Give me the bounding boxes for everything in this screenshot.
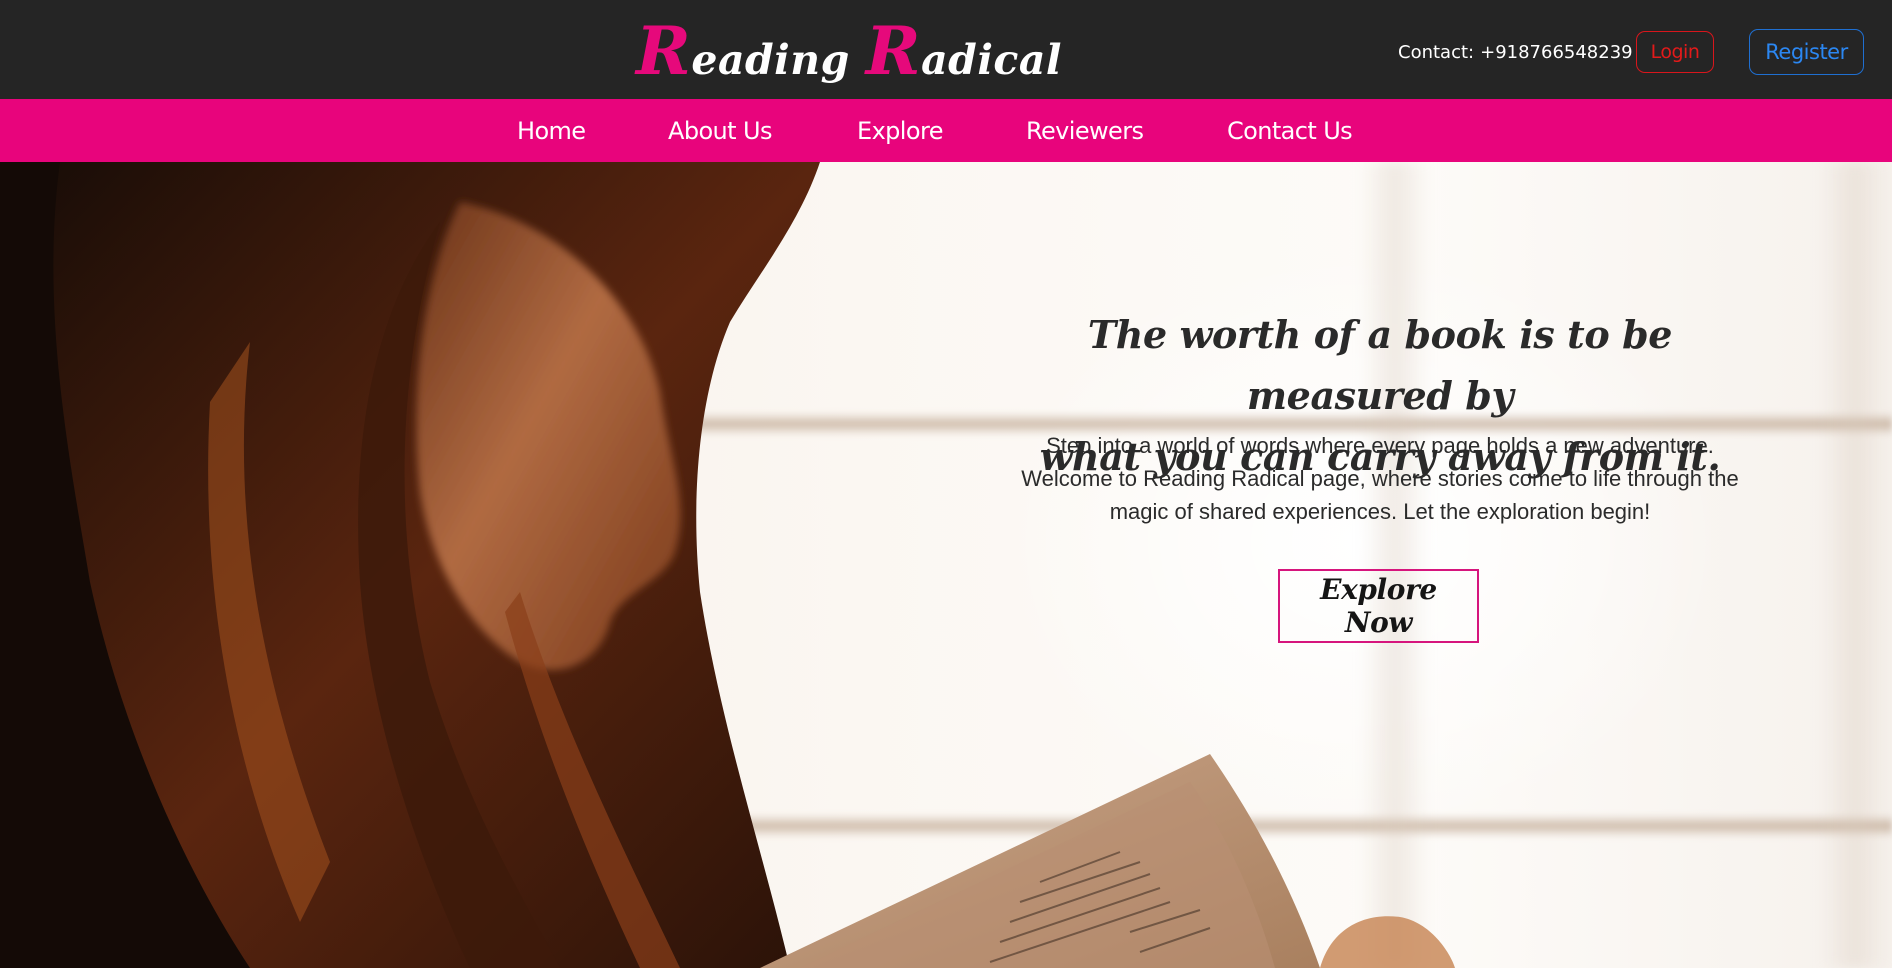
hero-quote-line: The worth of a book is to be measured by xyxy=(1087,312,1673,418)
nav-item-reviewers[interactable]: Reviewers xyxy=(1026,99,1144,162)
contact-info: Contact: +918766548239 xyxy=(1398,42,1633,63)
logo-capital-r: R xyxy=(865,12,922,90)
contact-label: Contact: xyxy=(1398,42,1475,63)
hero-image-woman-reading xyxy=(0,162,1455,968)
register-button[interactable]: Register xyxy=(1749,29,1864,75)
site-logo[interactable]: Reading Radical xyxy=(636,18,1062,84)
hero-tagline-line: Step into a world of words where every p… xyxy=(1046,433,1714,458)
explore-now-button[interactable]: Explore Now xyxy=(1278,569,1479,643)
hero-tagline: Step into a world of words where every p… xyxy=(990,429,1770,528)
nav-item-about-us[interactable]: About Us xyxy=(668,99,772,162)
logo-capital-r: R xyxy=(636,12,692,90)
nav-item-home[interactable]: Home xyxy=(517,99,586,162)
hero-section: The worth of a book is to be measured by… xyxy=(0,162,1892,968)
contact-phone[interactable]: +918766548239 xyxy=(1480,42,1633,63)
nav-item-explore[interactable]: Explore xyxy=(857,99,943,162)
nav-item-contact-us[interactable]: Contact Us xyxy=(1227,99,1353,162)
logo-word-reading: Reading xyxy=(636,18,850,84)
top-header: Reading Radical Contact: +918766548239 Log… xyxy=(0,0,1892,99)
login-button[interactable]: Login xyxy=(1636,31,1714,73)
hero-tagline-line: magic of shared experiences. Let the exp… xyxy=(1109,499,1651,524)
logo-text: adical xyxy=(921,36,1063,84)
logo-text: eading xyxy=(691,36,850,84)
logo-word-radical: Radical xyxy=(866,18,1062,84)
hero-tagline-line: Welcome to Reading Radical page, where s… xyxy=(1021,466,1739,491)
main-nav: Home About Us Explore Reviewers Contact … xyxy=(0,99,1892,162)
